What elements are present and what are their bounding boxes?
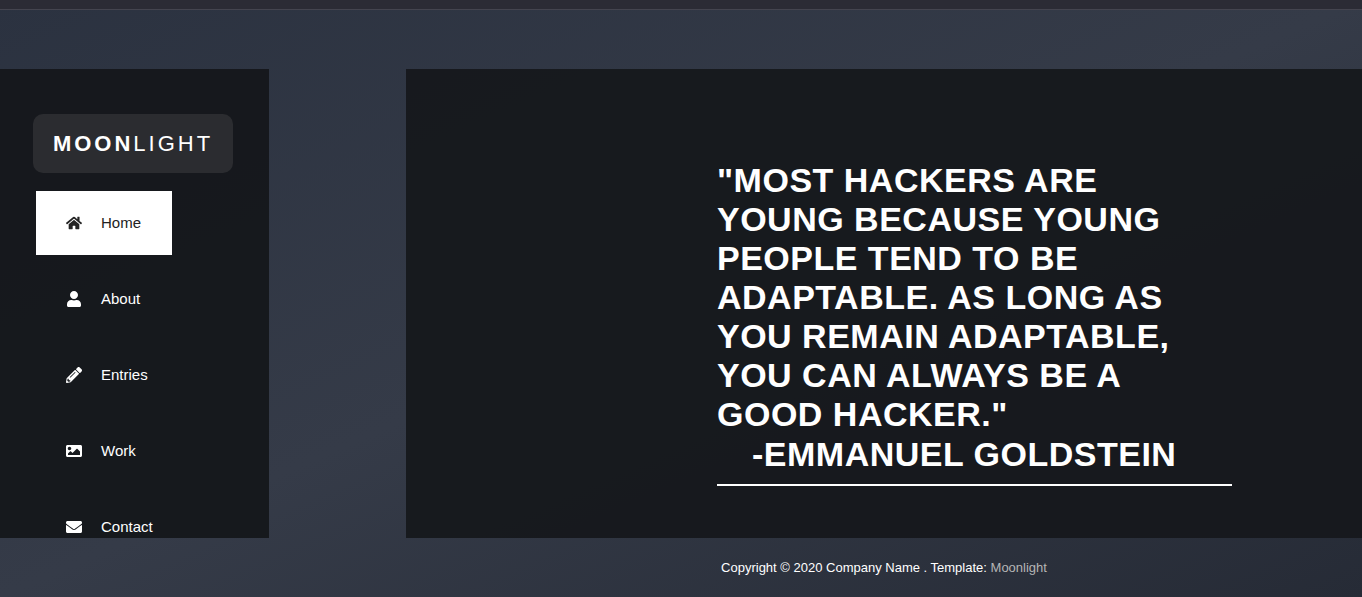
quote-author: -EMMANUEL GOLDSTEIN	[717, 434, 1232, 474]
envelope-icon	[66, 519, 82, 535]
image-icon	[66, 443, 82, 459]
home-icon	[66, 215, 82, 231]
sidebar-item[interactable]: Entries	[36, 343, 172, 407]
page: MOONLIGHT Home About Entries Work Contact "MOS…	[0, 0, 1362, 597]
sidebar-item[interactable]: About	[36, 267, 172, 331]
quote-block: "MOST HACKERS ARE YOUNG BECAUSE YOUNG PE…	[717, 161, 1232, 486]
template-link[interactable]: Moonlight	[991, 558, 1047, 578]
footer-text: Copyright © 2020 Company Name . Template…	[406, 538, 1362, 597]
pencil-icon	[66, 367, 82, 383]
quote-text: "MOST HACKERS ARE YOUNG BECAUSE YOUNG PE…	[717, 161, 1232, 434]
sidebar: MOONLIGHT Home About Entries Work Contact	[0, 69, 269, 538]
logo-bold: MOON	[53, 127, 133, 160]
user-icon	[66, 291, 82, 307]
logo-light: LIGHT	[133, 127, 213, 160]
top-bar	[0, 0, 1362, 10]
sidebar-item[interactable]: Home	[36, 191, 172, 255]
copyright: Copyright © 2020 Company Name . Template…	[721, 558, 990, 578]
sidebar-item-label: Contact	[101, 516, 153, 538]
logo[interactable]: MOONLIGHT	[33, 114, 233, 173]
sidebar-menu: Home About Entries Work Contact	[36, 191, 269, 538]
main-panel: "MOST HACKERS ARE YOUNG BECAUSE YOUNG PE…	[406, 69, 1362, 538]
content-row: MOONLIGHT Home About Entries Work Contact "MOS…	[0, 69, 1362, 538]
sidebar-item-label: About	[101, 288, 140, 311]
sidebar-item-label: Entries	[101, 364, 148, 387]
sidebar-item[interactable]: Work	[36, 419, 172, 483]
sidebar-item-label: Work	[101, 440, 136, 463]
sidebar-item[interactable]: Contact	[36, 495, 172, 538]
footer: Copyright © 2020 Company Name . Template…	[0, 538, 1362, 597]
spacer	[269, 69, 406, 538]
sidebar-item-label: Home	[101, 212, 141, 235]
footer-spacer	[0, 538, 406, 597]
